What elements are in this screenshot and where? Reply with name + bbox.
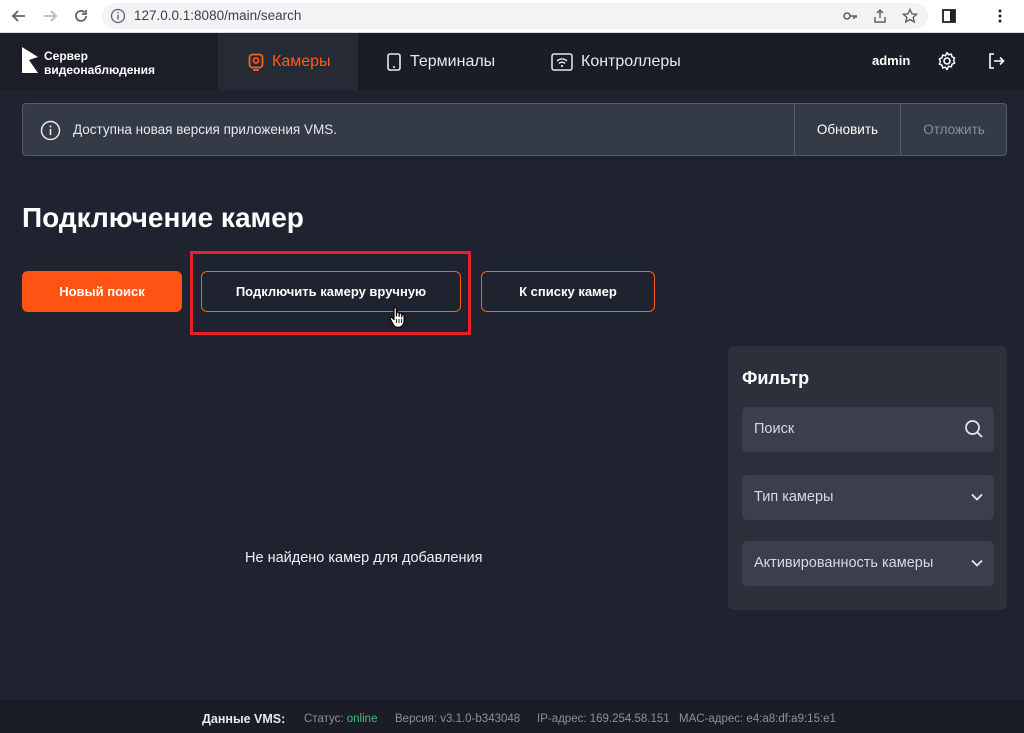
settings-button[interactable] (936, 50, 958, 72)
forward-button[interactable] (40, 6, 60, 26)
tab-controllers-label: Контроллеры (581, 52, 681, 70)
logo-line2: видеонаблюдения (44, 63, 156, 77)
logo-icon (20, 45, 40, 80)
update-banner: Доступна новая версия приложения VMS. Об… (22, 103, 1007, 156)
status-label: Статус: (304, 713, 344, 725)
page-title: Подключение камер (22, 202, 304, 233)
filter-title: Фильтр (742, 368, 810, 388)
camera-activation-select[interactable]: Активированность камеры (742, 541, 994, 586)
user-name[interactable]: admin (872, 53, 910, 68)
footer-status: Статус: online (304, 713, 377, 725)
side-panel-button[interactable] (939, 6, 959, 26)
tab-cameras-label: Камеры (272, 52, 331, 70)
back-button[interactable] (9, 6, 29, 26)
logout-icon (989, 53, 1005, 69)
app-header: Сервер видеонаблюдения Камеры Терминалы … (0, 33, 1024, 90)
reload-button[interactable] (71, 6, 91, 26)
empty-state-message: Не найдено камер для добавления (245, 550, 483, 566)
arrow-left-icon (11, 10, 25, 22)
browser-toolbar: 127.0.0.1:8080/main/search (0, 0, 1024, 33)
footer-label: Данные VMS: (202, 712, 286, 726)
tab-terminals-label: Терминалы (410, 52, 496, 70)
arrow-right-icon (44, 10, 58, 22)
camera-type-select[interactable]: Тип камеры (742, 475, 994, 520)
camera-type-label: Тип камеры (754, 489, 834, 505)
connect-camera-manually-button[interactable]: Подключить камеру вручную (201, 271, 461, 312)
status-value: online (346, 713, 378, 725)
browser-menu-button[interactable] (990, 6, 1010, 26)
info-icon (40, 120, 61, 146)
url-text[interactable]: 127.0.0.1:8080/main/search (134, 8, 301, 23)
tab-controllers[interactable]: Контроллеры (551, 33, 681, 90)
filter-panel: Фильтр Поиск Тип камеры Активированность… (728, 346, 1007, 610)
key-icon[interactable] (842, 8, 858, 29)
search-input[interactable]: Поиск (742, 407, 994, 452)
footer-ip: IP-адрес: 169.254.58.151 (537, 713, 670, 725)
side-panel-icon (942, 9, 956, 23)
controller-icon (551, 52, 573, 71)
tablet-icon (386, 52, 402, 71)
hand-cursor-icon (388, 306, 408, 335)
camera-icon (248, 53, 264, 71)
logo-text: Сервер видеонаблюдения (44, 49, 155, 77)
new-search-button[interactable]: Новый поиск (22, 271, 182, 312)
reload-icon (75, 10, 87, 22)
status-footer: Данные VMS: Статус: online Версия: v3.1.… (0, 700, 1024, 733)
address-bar[interactable]: 127.0.0.1:8080/main/search (102, 3, 928, 29)
camera-activation-label: Активированность камеры (754, 555, 934, 571)
footer-mac: MAC-адрес: e4:a8:df:a9:15:e1 (679, 713, 836, 725)
tab-cameras[interactable]: Камеры (218, 33, 358, 90)
more-vertical-icon (998, 9, 1002, 23)
logo-line1: Сервер (44, 49, 88, 63)
footer-version: Версия: v3.1.0-b343048 (395, 713, 521, 725)
bookmark-star-icon[interactable] (901, 7, 919, 29)
share-icon[interactable] (872, 8, 888, 29)
tab-terminals[interactable]: Терминалы (386, 33, 495, 90)
chevron-down-icon (970, 556, 984, 570)
search-placeholder: Поиск (754, 421, 795, 437)
gear-icon (938, 51, 956, 71)
chevron-down-icon (970, 490, 984, 504)
update-button[interactable]: Обновить (795, 104, 900, 155)
logout-button[interactable] (985, 50, 1007, 72)
postpone-button[interactable]: Отложить (901, 104, 1007, 155)
camera-list-button[interactable]: К списку камер (481, 271, 655, 312)
banner-message: Доступна новая версия приложения VMS. (73, 122, 337, 137)
search-icon[interactable] (964, 419, 984, 439)
logo[interactable]: Сервер видеонаблюдения (0, 33, 218, 90)
site-info-icon[interactable] (110, 8, 126, 29)
